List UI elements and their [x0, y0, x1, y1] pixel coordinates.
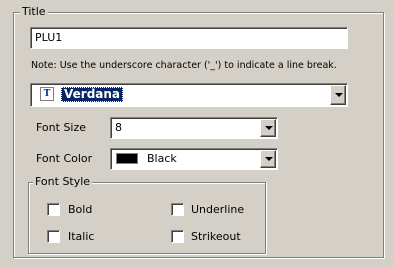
font-size-value: 8 [115, 121, 122, 134]
underline-label: Underline [191, 203, 245, 216]
font-size-dropdown[interactable]: 8 [110, 117, 278, 139]
font-name-dropdown[interactable]: T Verdana [30, 83, 348, 107]
title-legend: Title [20, 5, 48, 19]
chevron-down-icon[interactable] [260, 119, 276, 137]
italic-label: Italic [68, 230, 95, 243]
underline-checkbox[interactable] [171, 203, 184, 216]
italic-checkbox[interactable] [47, 230, 60, 243]
font-style-legend: Font Style [33, 175, 93, 189]
truetype-font-icon: T [40, 87, 54, 101]
chevron-down-icon[interactable] [330, 85, 346, 105]
bold-label: Bold [68, 203, 93, 216]
chevron-down-icon[interactable] [260, 150, 276, 168]
color-swatch [116, 153, 138, 164]
strikeout-label: Strikeout [191, 230, 241, 243]
font-color-dropdown[interactable]: Black [110, 148, 278, 170]
font-color-label: Font Color [36, 152, 93, 165]
title-input[interactable]: PLU1 [30, 27, 348, 49]
font-name-value: Verdana [61, 87, 124, 102]
line-break-note: Note: Use the underscore character ('_')… [31, 60, 337, 71]
font-size-label: Font Size [36, 121, 87, 134]
strikeout-checkbox[interactable] [171, 230, 184, 243]
font-color-value: Black [147, 152, 177, 165]
bold-checkbox[interactable] [47, 203, 60, 216]
